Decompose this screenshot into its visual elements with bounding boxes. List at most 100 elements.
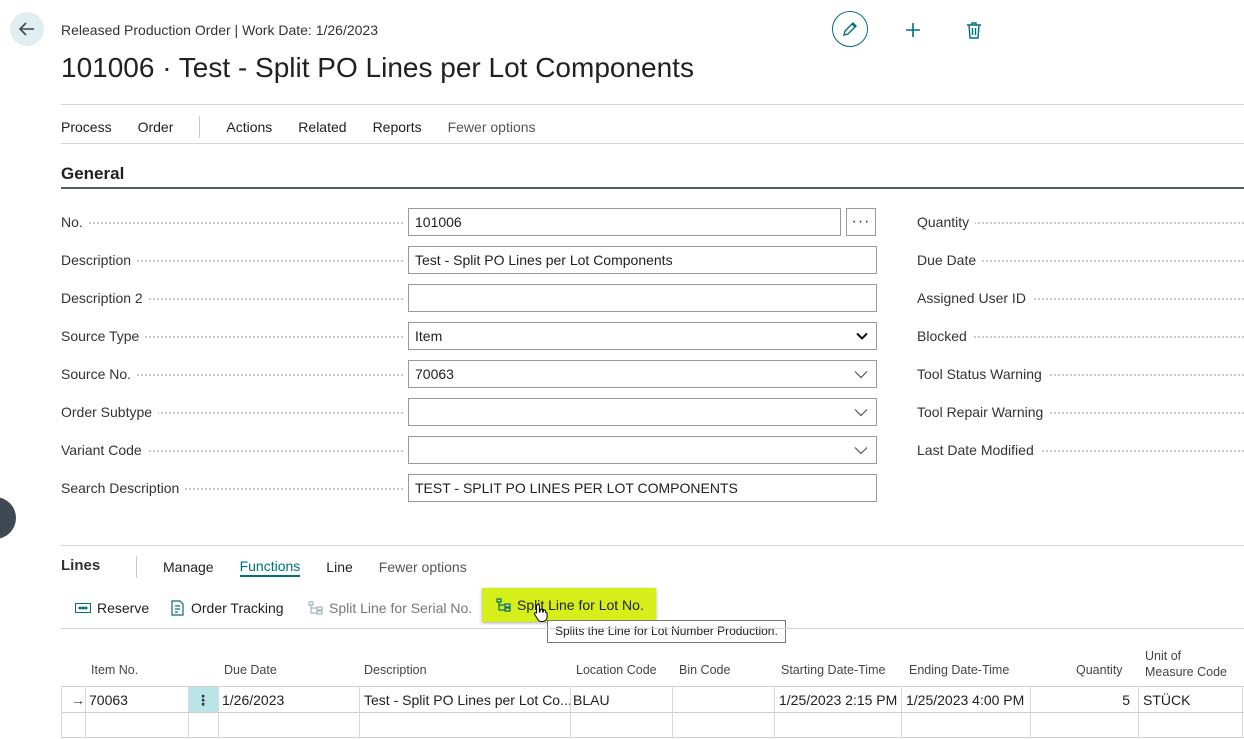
description-field[interactable]: Test - Split PO Lines per Lot Components [408,246,877,274]
cell-description[interactable]: Test - Split PO Lines per Lot Co... [360,687,570,713]
tooltip: Splits the Line for Lot Number Productio… [547,620,786,643]
split-line-icon [308,601,323,615]
split-line-serial-label: Split Line for Serial No. [329,600,473,616]
row-actions-menu[interactable]: ⋮ [188,687,218,713]
col-due-date[interactable]: Due Date [224,663,277,677]
chevron-down-icon [854,447,868,455]
reserve-label: Reserve [97,600,150,616]
menu-reports[interactable]: Reports [373,119,422,135]
split-line-serial-button[interactable]: Split Line for Serial No. [308,596,472,620]
source-no-field[interactable]: 70063 [408,360,877,388]
order-tracking-button[interactable]: Order Tracking [170,596,284,620]
divider [61,545,1244,546]
source-type-select[interactable]: Item [408,322,877,350]
cell-item-no[interactable]: 70063 [85,687,185,713]
grid-line [774,686,775,738]
grid-line [85,686,86,738]
split-line-lot-button[interactable]: Split Line for Lot No. [482,588,656,622]
cell-unit-of-measure[interactable]: STÜCK [1139,687,1243,713]
label-due-date: Due Date [917,252,1244,268]
chevron-down-icon [854,409,868,417]
edit-button[interactable] [832,11,868,47]
cell-bin-code[interactable] [673,687,773,713]
assist-edit-button[interactable]: ··· [846,208,876,236]
col-location-code[interactable]: Location Code [576,663,657,677]
action-menu: Process Order Actions Related Reports Fe… [61,116,562,138]
section-rule [61,187,1244,189]
label-order-subtype: Order Subtype [61,404,403,420]
col-unit-of-measure-line-2[interactable]: Measure Code [1145,665,1227,679]
cell-due-date[interactable]: 1/26/2023 [218,687,358,713]
variant-code-field[interactable] [408,436,877,464]
grid-line [218,686,219,738]
order-subtype-field[interactable] [408,398,877,426]
grid-line [901,686,902,738]
lines-title[interactable]: Lines [61,557,100,574]
search-description-field[interactable]: TEST - SPLIT PO LINES PER LOT COMPONENTS [408,474,877,502]
description-2-field[interactable] [408,284,877,312]
divider [61,628,1244,629]
grid-line [188,686,189,738]
chevron-down-icon [854,371,868,379]
col-item-no[interactable]: Item No. [91,663,138,677]
menu-order[interactable]: Order [138,119,174,135]
ellipsis-icon: ··· [851,213,871,230]
col-quantity[interactable]: Quantity [1076,663,1123,677]
label-description-2: Description 2 [61,290,403,306]
cell-quantity[interactable]: 5 [1031,687,1136,713]
grid-line [1138,686,1139,738]
cell-location-code[interactable]: BLAU [569,687,671,713]
col-unit-of-measure-line-1[interactable]: Unit of [1145,649,1181,663]
col-ending-date-time[interactable]: Ending Date-Time [909,663,1009,677]
no-field[interactable]: 101006 [408,208,841,236]
label-source-no: Source No. [61,366,403,382]
menu-actions[interactable]: Actions [226,119,272,135]
reserve-button[interactable]: Reserve [75,596,149,620]
label-last-date-modified: Last Date Modified [917,442,1244,458]
vertical-ellipsis-icon: ⋮ [196,692,210,708]
label-no: No. [61,214,403,230]
grid-line [570,686,571,738]
lines-tab-line[interactable]: Line [326,559,352,575]
delete-button[interactable] [960,16,988,44]
col-bin-code[interactable]: Bin Code [679,663,730,677]
divider [61,143,1244,144]
col-description[interactable]: Description [364,663,427,677]
grid-line [359,686,360,738]
menu-related[interactable]: Related [298,119,346,135]
label-tool-repair-warning: Tool Repair Warning [917,404,1244,420]
back-button[interactable] [10,12,44,46]
table-row[interactable]: → 70063 ⋮ 1/26/2023 Test - Split PO Line… [61,686,1244,713]
cell-ending-date-time[interactable]: 1/25/2023 4:00 PM [902,687,1030,713]
side-panel-toggle[interactable] [0,497,16,539]
source-no-value: 70063 [415,366,454,382]
source-type-value: Item [415,328,443,344]
divider [61,104,1244,105]
hand-cursor-icon [533,603,548,622]
label-tool-status-warning: Tool Status Warning [917,366,1244,382]
plus-icon [906,23,920,37]
menu-fewer-options[interactable]: Fewer options [448,119,536,135]
arrow-left-icon [18,22,34,36]
new-button[interactable] [899,16,927,44]
col-starting-date-time[interactable]: Starting Date-Time [781,663,885,677]
chevron-down-icon [856,332,868,340]
menu-process[interactable]: Process [61,119,112,135]
cell-starting-date-time[interactable]: 1/25/2023 2:15 PM [775,687,903,713]
split-line-icon [496,598,511,612]
lines-tab-fewer-options[interactable]: Fewer options [379,559,467,575]
lines-menu: Manage Functions Line Fewer options [136,556,493,578]
label-description: Description [61,252,403,268]
table-row-empty[interactable] [61,712,1244,739]
menu-separator [199,116,201,138]
menu-separator [136,556,137,578]
order-tracking-icon [171,600,184,616]
lines-tab-manage[interactable]: Manage [163,559,214,575]
section-title-general[interactable]: General [61,164,124,184]
trash-icon [967,22,981,39]
pencil-icon [843,22,857,36]
grid-line [1030,686,1031,738]
label-quantity: Quantity [917,214,1244,230]
lines-tab-functions[interactable]: Functions [239,558,301,577]
label-source-type: Source Type [61,328,403,344]
